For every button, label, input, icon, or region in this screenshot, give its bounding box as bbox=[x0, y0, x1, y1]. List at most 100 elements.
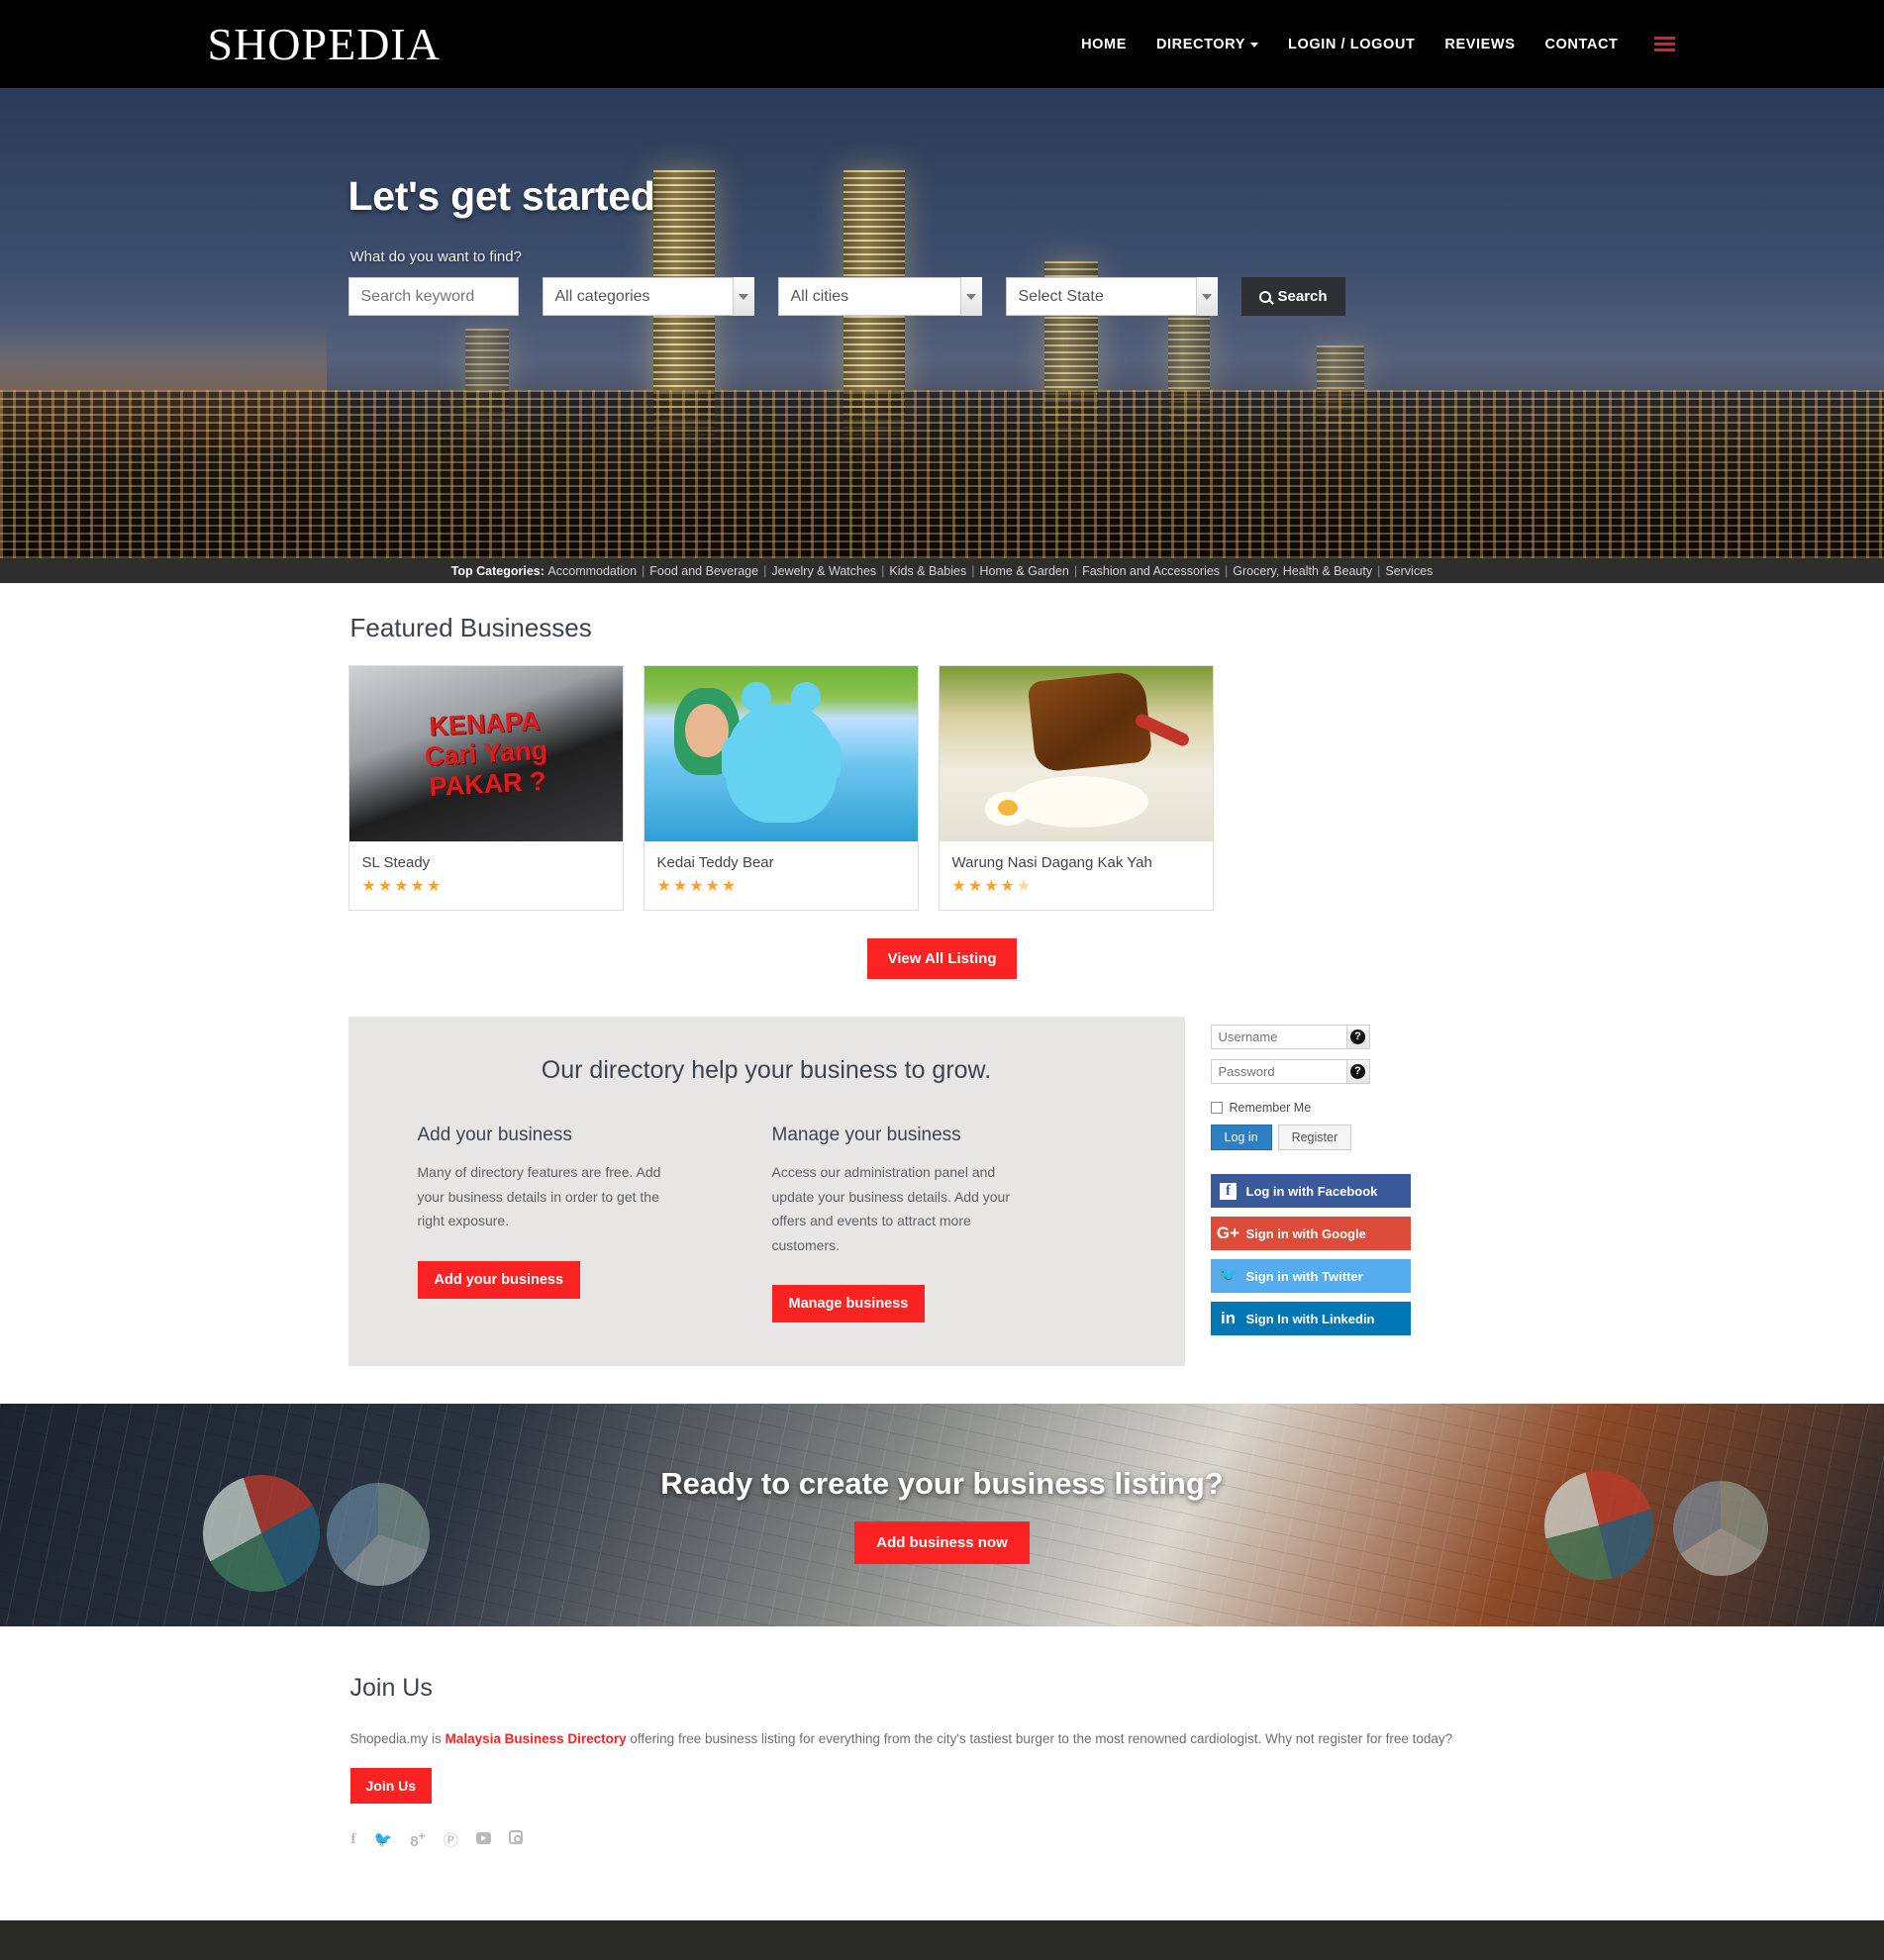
search-keyword-input[interactable] bbox=[347, 277, 519, 316]
question-mark-icon: ? bbox=[1350, 1029, 1365, 1044]
business-card[interactable]: KENAPA Cari Yang PAKAR ? SL Steady ★★★★★ bbox=[347, 665, 624, 911]
password-row: ? bbox=[1210, 1059, 1414, 1084]
thumb-food bbox=[1027, 670, 1153, 773]
view-all-listing-button[interactable]: View All Listing bbox=[867, 938, 1017, 979]
rating-stars: ★★★★★ bbox=[361, 878, 444, 895]
chevron-down-icon bbox=[732, 277, 754, 316]
top-categories-bar: Top Categories: Accommodation | Food and … bbox=[0, 558, 1884, 583]
manage-business-button[interactable]: Manage business bbox=[771, 1285, 926, 1323]
main-navigation: HOME DIRECTORY LOGIN / LOGOUT REVIEWS CO… bbox=[1081, 37, 1684, 52]
join-highlight-link[interactable]: Malaysia Business Directory bbox=[446, 1731, 627, 1746]
top-categories-label: Top Categories: bbox=[450, 563, 545, 578]
username-help-button[interactable]: ? bbox=[1346, 1025, 1370, 1049]
business-card[interactable]: Warung Nasi Dagang Kak Yah ★★★★★ bbox=[938, 665, 1214, 911]
join-us-section: Join Us Shopedia.my is Malaysia Business… bbox=[348, 1626, 1537, 1850]
business-card[interactable]: Kedai Teddy Bear ★★★★★ bbox=[643, 665, 919, 911]
top-category-jewelry-watches[interactable]: Jewelry & Watches bbox=[771, 564, 876, 578]
hero-banner: Let's get started What do you want to fi… bbox=[0, 88, 1884, 558]
pinterest-icon[interactable]: Ⓟ bbox=[444, 1829, 458, 1850]
instagram-icon[interactable] bbox=[508, 1830, 523, 1848]
grow-body: Access our administration panel and upda… bbox=[771, 1164, 1011, 1253]
pie-chart-graphic bbox=[187, 1459, 336, 1608]
social-icon-row: f 🐦 8+ Ⓟ bbox=[351, 1829, 1537, 1850]
hero-city-lights bbox=[0, 390, 1884, 558]
register-button[interactable]: Register bbox=[1277, 1125, 1352, 1150]
remember-me-row[interactable]: Remember Me bbox=[1210, 1101, 1414, 1115]
top-category-services[interactable]: Services bbox=[1385, 564, 1433, 578]
pie-chart-graphic bbox=[1533, 1459, 1665, 1592]
top-category-grocery-health-beauty[interactable]: Grocery, Health & Beauty bbox=[1233, 564, 1372, 578]
remember-me-checkbox[interactable] bbox=[1210, 1102, 1223, 1114]
twitter-icon[interactable]: 🐦 bbox=[374, 1830, 393, 1848]
google-plus-icon[interactable]: 8+ bbox=[410, 1829, 426, 1850]
hero-subtitle: What do you want to find? bbox=[349, 248, 522, 265]
category-select[interactable]: All categories bbox=[542, 277, 754, 316]
chevron-down-icon bbox=[959, 277, 982, 316]
nav-label: REVIEWS bbox=[1444, 36, 1516, 52]
linkedin-icon: in bbox=[1220, 1309, 1237, 1327]
facebook-login-button[interactable]: f Log in with Facebook bbox=[1210, 1174, 1411, 1208]
join-us-button[interactable]: Join Us bbox=[349, 1767, 433, 1804]
youtube-icon[interactable] bbox=[475, 1831, 491, 1848]
add-your-business-button[interactable]: Add your business bbox=[417, 1260, 581, 1299]
join-us-title: Join Us bbox=[349, 1674, 433, 1702]
business-thumbnail bbox=[644, 666, 918, 841]
top-category-fashion-accessories[interactable]: Fashion and Accessories bbox=[1082, 564, 1220, 578]
hamburger-icon[interactable] bbox=[1653, 37, 1675, 51]
facebook-icon[interactable]: f bbox=[351, 1831, 356, 1848]
category-select-value: All categories bbox=[542, 277, 754, 316]
city-select[interactable]: All cities bbox=[777, 277, 982, 316]
chevron-down-icon bbox=[1249, 43, 1258, 48]
cta-title: Ready to create your business listing? bbox=[660, 1466, 1224, 1501]
social-login-list: f Log in with Facebook G+ Sign in with G… bbox=[1210, 1174, 1414, 1335]
username-input[interactable] bbox=[1210, 1025, 1347, 1049]
grow-column-manage: Manage your business Access our administ… bbox=[771, 1125, 1032, 1323]
city-select-value: All cities bbox=[777, 277, 982, 316]
featured-businesses-section: Featured Businesses KENAPA Cari Yang PAK… bbox=[347, 583, 1537, 979]
password-input[interactable] bbox=[1210, 1059, 1347, 1084]
log-in-button[interactable]: Log in bbox=[1210, 1125, 1272, 1150]
state-select[interactable]: Select State bbox=[1005, 277, 1218, 316]
nav-item-directory[interactable]: DIRECTORY bbox=[1156, 37, 1258, 52]
business-name: SL Steady bbox=[361, 854, 431, 871]
social-label: Sign in with Google bbox=[1245, 1225, 1366, 1241]
nav-item-reviews[interactable]: REVIEWS bbox=[1444, 37, 1515, 52]
nav-label: LOGIN / LOGOUT bbox=[1287, 36, 1416, 52]
top-category-kids-babies[interactable]: Kids & Babies bbox=[889, 564, 966, 578]
site-logo[interactable]: SHOPEDIA bbox=[200, 21, 441, 67]
password-help-button[interactable]: ? bbox=[1346, 1059, 1370, 1084]
thumb-text-1: KENAPA bbox=[428, 706, 541, 741]
top-category-home-garden[interactable]: Home & Garden bbox=[980, 564, 1069, 578]
pie-chart-graphic bbox=[1673, 1481, 1768, 1576]
hero-search-bar: All categories All cities Select State S… bbox=[347, 277, 1537, 316]
search-button-label: Search bbox=[1277, 288, 1328, 305]
twitter-login-button[interactable]: 🐦 Sign in with Twitter bbox=[1210, 1259, 1411, 1293]
hero-title: Let's get started bbox=[347, 173, 655, 219]
grow-body: Many of directory features are free. Add… bbox=[417, 1164, 661, 1228]
business-thumbnail bbox=[939, 666, 1213, 841]
add-business-now-button[interactable]: Add business now bbox=[854, 1521, 1030, 1564]
chevron-down-icon bbox=[1195, 277, 1218, 316]
nav-label: DIRECTORY bbox=[1155, 36, 1245, 52]
search-icon bbox=[1258, 290, 1271, 303]
twitter-icon: 🐦 bbox=[1217, 1266, 1239, 1285]
business-name: Kedai Teddy Bear bbox=[656, 854, 774, 871]
nav-item-login-logout[interactable]: LOGIN / LOGOUT bbox=[1288, 37, 1415, 52]
thumb-text-3: PAKAR ? bbox=[428, 765, 546, 802]
thumb-egg bbox=[985, 792, 1032, 826]
thumb-teddy-bear bbox=[725, 682, 837, 823]
question-mark-icon: ? bbox=[1350, 1064, 1365, 1079]
join-text-before: Shopedia.my is bbox=[349, 1731, 446, 1746]
google-login-button[interactable]: G+ Sign in with Google bbox=[1210, 1217, 1411, 1250]
rating-stars: ★★★★★ bbox=[951, 878, 1034, 895]
nav-item-home[interactable]: HOME bbox=[1081, 37, 1127, 52]
linkedin-login-button[interactable]: in Sign In with Linkedin bbox=[1210, 1302, 1411, 1335]
business-thumbnail: KENAPA Cari Yang PAKAR ? bbox=[348, 666, 623, 841]
featured-card-list: KENAPA Cari Yang PAKAR ? SL Steady ★★★★★… bbox=[347, 665, 1537, 911]
nav-item-contact[interactable]: CONTACT bbox=[1544, 37, 1618, 52]
top-category-accommodation[interactable]: Accommodation bbox=[547, 564, 637, 578]
grow-column-add: Add your business Many of directory feat… bbox=[417, 1125, 677, 1323]
cta-banner: Ready to create your business listing? A… bbox=[0, 1404, 1884, 1626]
top-category-food-and-beverage[interactable]: Food and Beverage bbox=[649, 564, 758, 578]
search-button[interactable]: Search bbox=[1240, 277, 1345, 316]
